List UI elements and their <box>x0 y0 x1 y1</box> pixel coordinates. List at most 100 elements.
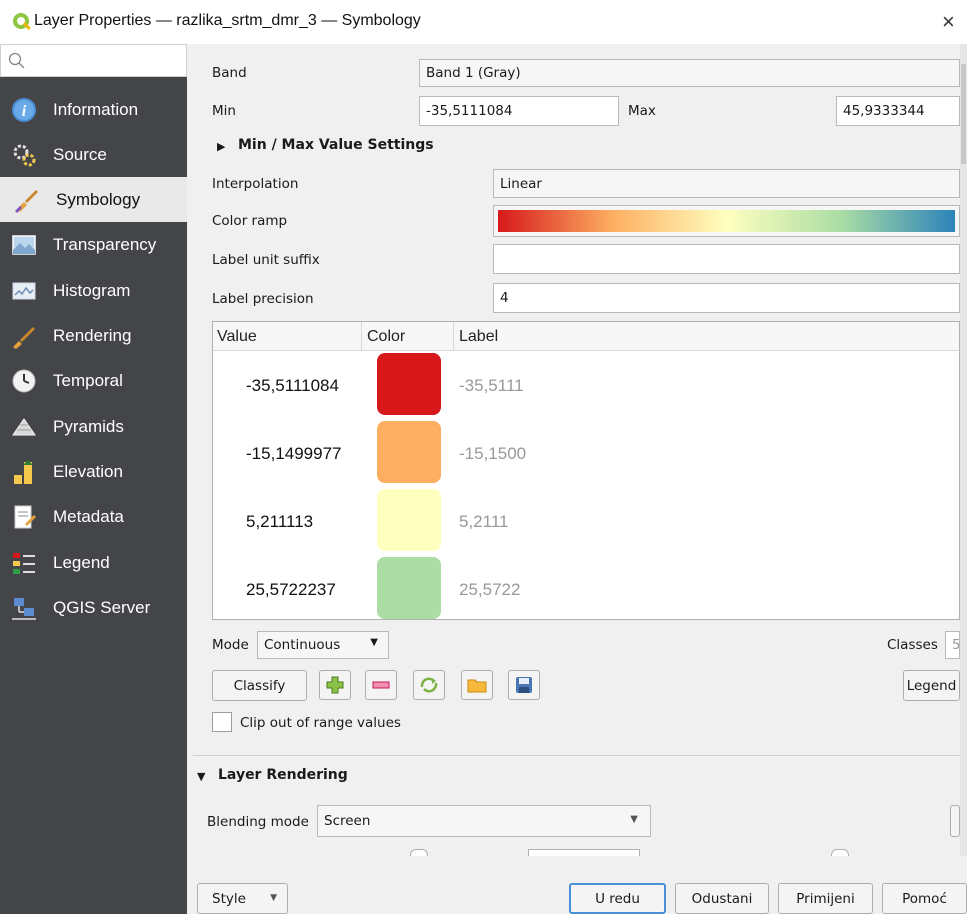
save-colormap-button[interactable] <box>508 670 540 700</box>
precision-spinbox[interactable]: 4 <box>493 283 960 313</box>
sidebar-item-label: Legend <box>53 552 110 572</box>
swap-icon <box>420 677 438 693</box>
expand-arrow-icon[interactable]: ▶ <box>217 140 225 153</box>
legend-settings-button[interactable]: Legend <box>903 670 960 701</box>
dropdown-arrow-icon: ▼ <box>630 814 638 825</box>
band-select[interactable]: Band 1 (Gray) <box>419 59 960 87</box>
sidebar-item-symbology[interactable]: Symbology <box>0 177 187 222</box>
folder-icon <box>467 679 487 693</box>
close-icon[interactable]: × <box>942 9 955 35</box>
blending-mode-label: Blending mode <box>207 814 309 830</box>
color-swatch[interactable] <box>377 421 441 483</box>
sidebar-item-label: Metadata <box>53 506 124 526</box>
color-table[interactable] <box>212 321 960 620</box>
color-ramp-button[interactable] <box>493 205 960 237</box>
color-swatch[interactable] <box>377 557 441 619</box>
sidebar-item-rendering[interactable]: Rendering <box>0 313 187 358</box>
row-value[interactable]: -15,1499977 <box>246 444 341 464</box>
symbology-icon <box>14 187 40 213</box>
clock-icon <box>11 368 37 394</box>
classes-spinbox[interactable]: 5 <box>945 631 960 659</box>
window-title: Layer Properties — razlika_srtm_dmr_3 — … <box>34 12 421 29</box>
sidebar-item-metadata[interactable]: Metadata <box>0 494 187 539</box>
layer-rendering-header[interactable]: Layer Rendering <box>218 767 348 783</box>
row-label[interactable]: 25,5722 <box>459 580 520 600</box>
add-class-button[interactable] <box>319 670 351 700</box>
search-icon <box>8 52 25 69</box>
ok-button[interactable]: U redu <box>569 883 666 914</box>
column-header-value[interactable]: Value <box>217 328 257 346</box>
minmax-settings-header[interactable]: Min / Max Value Settings <box>238 137 434 153</box>
source-icon <box>11 142 37 168</box>
sidebar-item-label: Information <box>53 99 139 119</box>
transparency-icon <box>11 232 37 258</box>
interpolation-select[interactable]: Linear <box>493 169 960 198</box>
column-header-color[interactable]: Color <box>367 328 405 346</box>
sidebar-item-elevation[interactable]: Elevation <box>0 449 187 494</box>
row-value[interactable]: 25,5722237 <box>246 580 336 600</box>
table-header: Value Color Label <box>212 321 960 351</box>
scrollbar-thumb[interactable] <box>961 64 966 164</box>
classes-label: Classes <box>887 637 938 653</box>
sidebar-item-pyramids[interactable]: Pyramids <box>0 404 187 449</box>
elevation-icon <box>11 459 37 485</box>
row-label[interactable]: -15,1500 <box>459 444 526 464</box>
sidebar-item-label: Histogram <box>53 280 131 300</box>
dropdown-arrow-icon: ▼ <box>370 637 378 648</box>
unit-suffix-input[interactable] <box>493 244 960 274</box>
histogram-icon <box>11 278 37 304</box>
pyramids-icon <box>11 414 37 440</box>
reset-button[interactable] <box>950 805 960 837</box>
apply-button[interactable]: Primijeni <box>778 883 873 914</box>
row-label[interactable]: -35,5111 <box>459 376 524 396</box>
row-value[interactable]: 5,211113 <box>246 512 313 532</box>
clip-checkbox[interactable] <box>212 712 232 732</box>
max-label: Max <box>628 103 656 119</box>
minus-icon <box>372 681 390 689</box>
style-menu-button[interactable]: Style ▼ <box>197 883 288 914</box>
mode-value: Continuous <box>264 637 341 653</box>
min-label: Min <box>212 103 236 119</box>
min-input[interactable]: -35,5111084 <box>419 96 619 126</box>
information-icon: i <box>11 97 37 123</box>
sidebar-item-label: Transparency <box>53 234 157 254</box>
blending-mode-select[interactable]: Screen ▼ <box>317 805 651 837</box>
mode-label: Mode <box>212 637 249 653</box>
mode-select[interactable]: Continuous ▼ <box>257 631 389 659</box>
plus-icon <box>326 676 344 694</box>
sidebar-item-information[interactable]: i Information <box>0 87 187 132</box>
precision-label: Label precision <box>212 291 314 307</box>
classify-button[interactable]: Classify <box>212 670 307 701</box>
rendering-icon <box>11 323 37 349</box>
sidebar-item-histogram[interactable]: Histogram <box>0 268 187 313</box>
row-label[interactable]: 5,2111 <box>459 512 508 532</box>
collapse-arrow-icon[interactable]: ▼ <box>197 770 205 783</box>
color-swatch[interactable] <box>377 353 441 415</box>
legend-icon <box>11 550 37 576</box>
vertical-scrollbar[interactable] <box>960 44 967 856</box>
blending-mode-value: Screen <box>324 813 371 829</box>
help-button[interactable]: Pomoć <box>882 883 967 914</box>
svg-text:i: i <box>22 103 27 120</box>
unit-suffix-label: Label unit suffix <box>212 252 320 268</box>
sidebar-item-label: Rendering <box>53 325 132 345</box>
remove-class-button[interactable] <box>365 670 397 700</box>
sidebar-item-legend[interactable]: Legend <box>0 540 187 585</box>
color-swatch[interactable] <box>377 489 441 551</box>
sidebar-item-label: Symbology <box>56 189 141 209</box>
sidebar-item-transparency[interactable]: Transparency <box>0 222 187 267</box>
max-input[interactable]: 45,9333344 <box>836 96 960 126</box>
style-label: Style <box>212 890 246 907</box>
load-colormap-button[interactable] <box>461 670 493 700</box>
column-header-label[interactable]: Label <box>459 328 498 346</box>
cancel-button[interactable]: Odustani <box>675 883 769 914</box>
interpolation-label: Interpolation <box>212 176 299 192</box>
metadata-icon <box>11 504 37 530</box>
sidebar-item-temporal[interactable]: Temporal <box>0 358 187 403</box>
reverse-colors-button[interactable] <box>413 670 445 700</box>
sidebar-search-input[interactable] <box>0 44 187 77</box>
sidebar-item-qgis-server[interactable]: QGIS Server <box>0 585 187 630</box>
color-ramp-label: Color ramp <box>212 213 288 229</box>
row-value[interactable]: -35,5111084 <box>246 376 339 396</box>
sidebar-item-source[interactable]: Source <box>0 132 187 177</box>
